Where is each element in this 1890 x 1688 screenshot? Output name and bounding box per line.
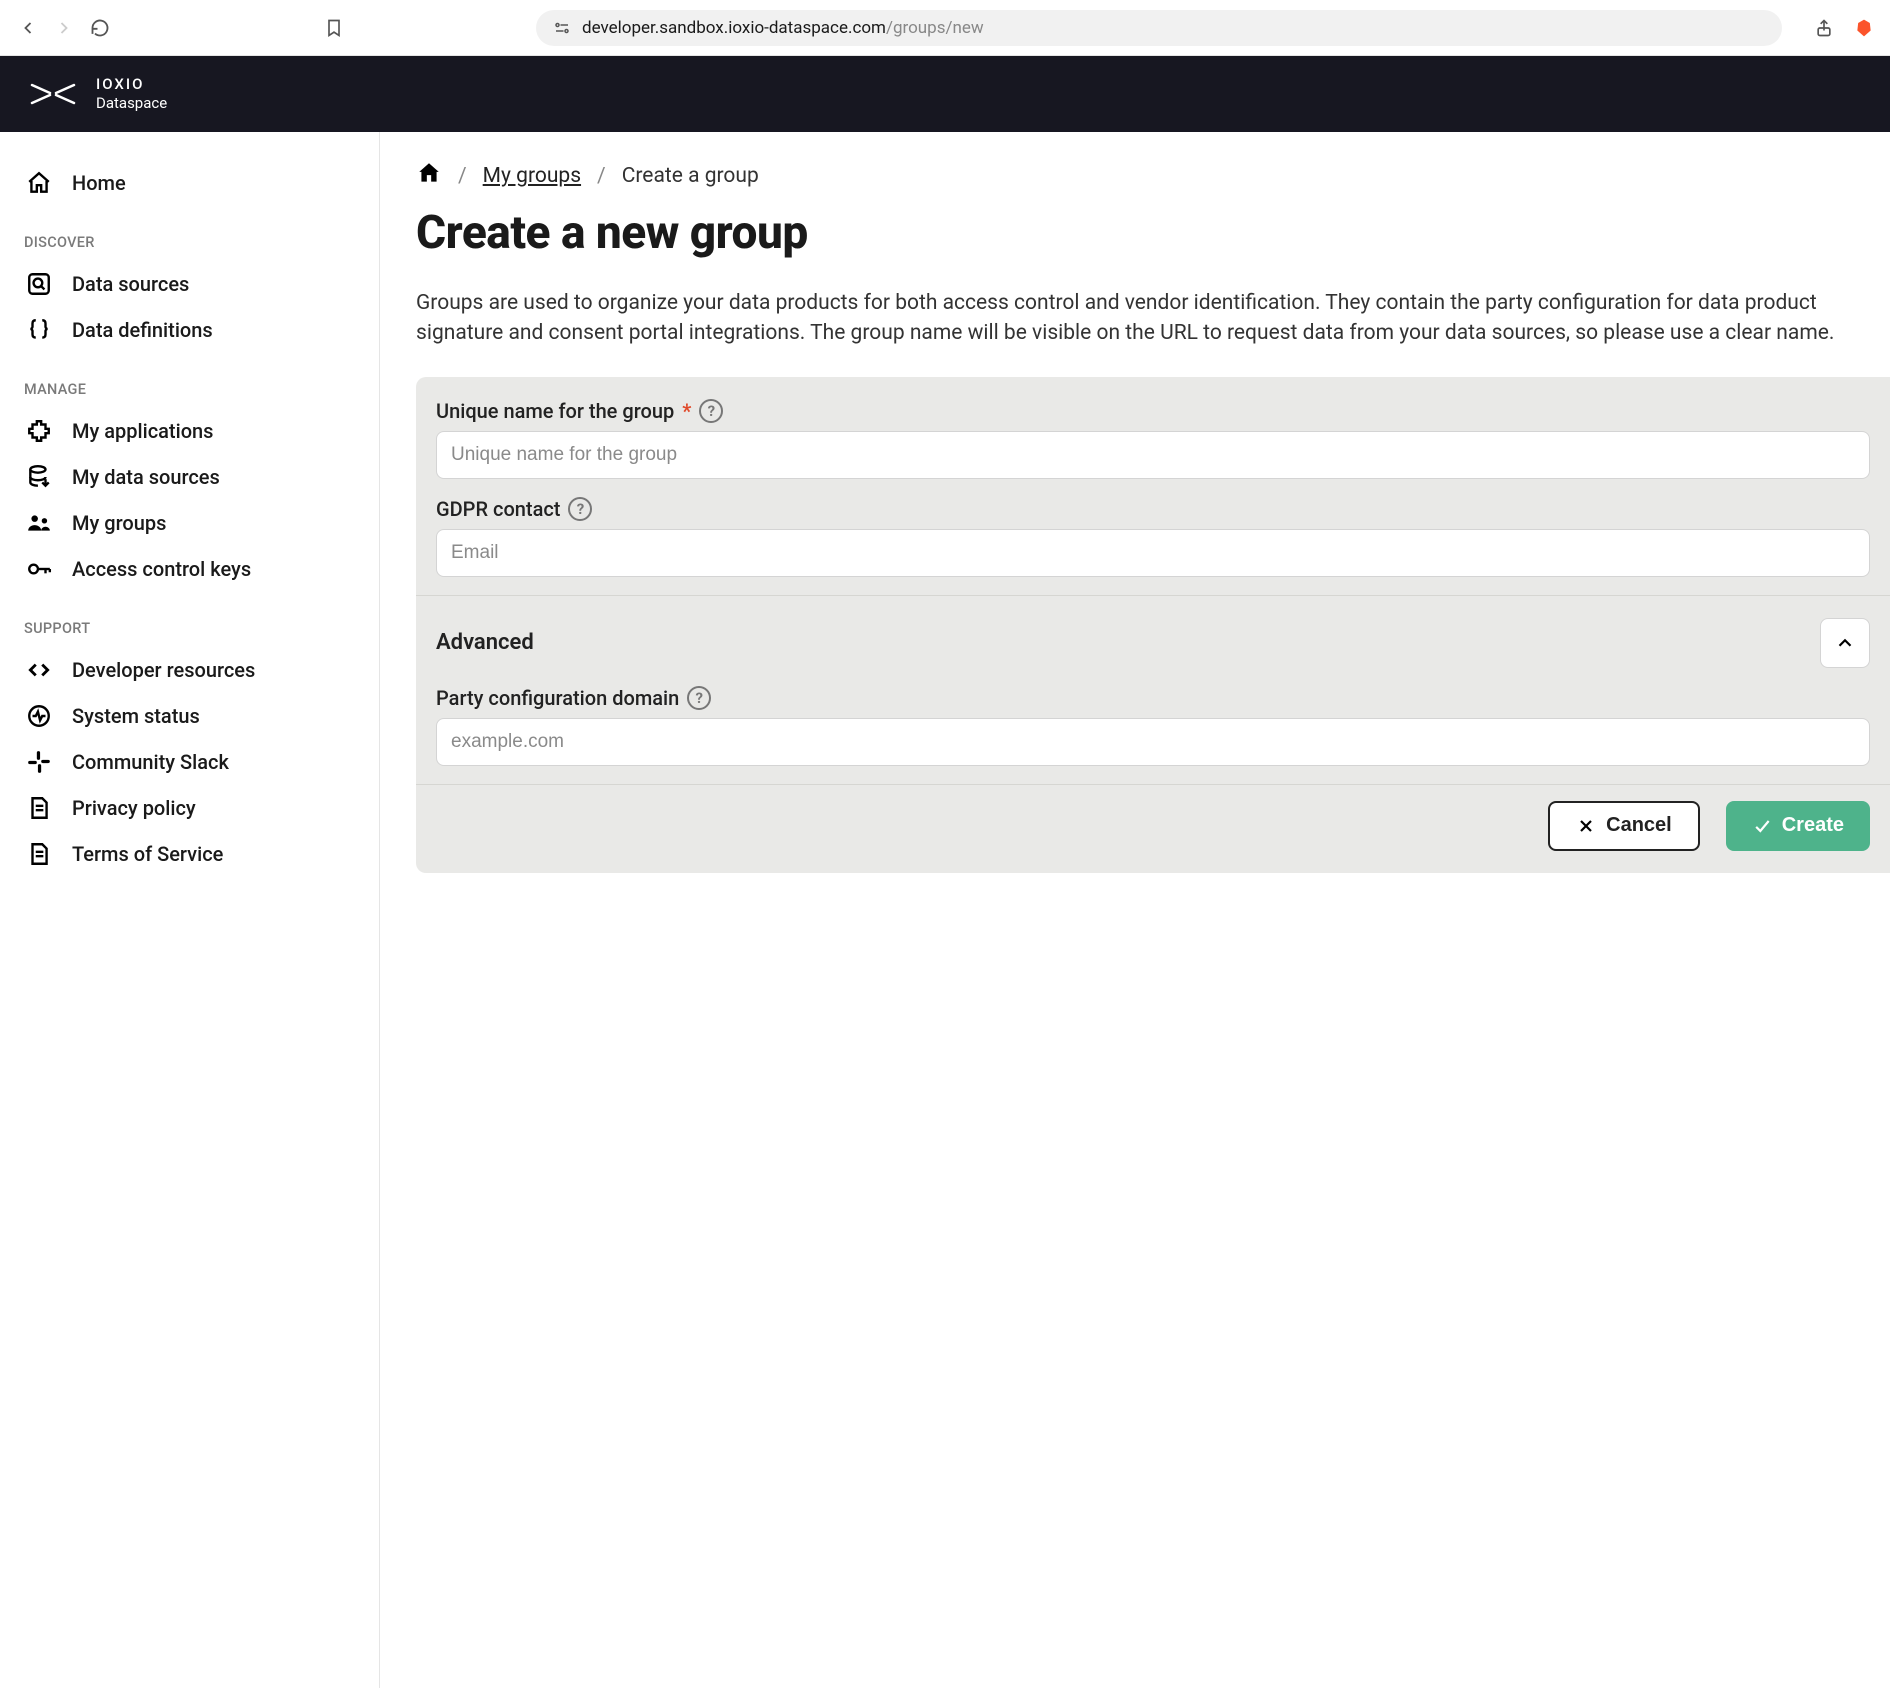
groups-icon — [24, 510, 54, 536]
form-card: Unique name for the group * ? GDPR conta… — [416, 377, 1890, 873]
braces-icon — [24, 317, 54, 343]
sidebar-item-privacy-policy[interactable]: Privacy policy — [24, 785, 379, 831]
extension-icon — [24, 418, 54, 444]
url-domain: developer.sandbox.ioxio-dataspace.com — [582, 18, 886, 38]
home-icon[interactable] — [416, 160, 442, 192]
sidebar-item-label: Data definitions — [72, 318, 213, 342]
gdpr-label: GDPR contact — [436, 497, 560, 521]
browser-chrome: developer.sandbox.ioxio-dataspace.com/gr… — [0, 0, 1890, 56]
sidebar-item-system-status[interactable]: System status — [24, 693, 379, 739]
site-settings-icon[interactable] — [552, 18, 572, 38]
sidebar-section-manage: MANAGE — [24, 381, 379, 398]
database-icon — [24, 464, 54, 490]
bookmark-icon[interactable] — [324, 18, 344, 38]
sidebar-item-data-definitions[interactable]: Data definitions — [24, 307, 379, 353]
breadcrumb-current: Create a group — [622, 164, 759, 188]
back-button[interactable] — [16, 16, 40, 40]
main-content: / My groups / Create a group Create a ne… — [380, 132, 1890, 1688]
home-icon — [24, 170, 54, 196]
sidebar-item-label: Access control keys — [72, 557, 251, 581]
sidebar-item-community-slack[interactable]: Community Slack — [24, 739, 379, 785]
help-icon[interactable]: ? — [568, 497, 592, 521]
sidebar-section-support: SUPPORT — [24, 620, 379, 637]
sidebar-item-label: Home — [72, 171, 126, 195]
reload-button[interactable] — [88, 16, 112, 40]
logo-icon — [28, 76, 78, 112]
slack-icon — [24, 749, 54, 775]
document-icon — [24, 795, 54, 821]
page-title: Create a new group — [380, 206, 1890, 260]
key-icon — [24, 556, 54, 582]
logo-text: IOXIO Dataspace — [96, 75, 167, 113]
sidebar-item-my-data-sources[interactable]: My data sources — [24, 454, 379, 500]
sidebar-item-label: Developer resources — [72, 658, 255, 682]
brave-icon[interactable] — [1854, 18, 1874, 38]
activity-icon — [24, 703, 54, 729]
url-path: /groups/new — [886, 18, 984, 38]
sidebar-section-discover: DISCOVER — [24, 234, 379, 251]
crumb-separator: / — [597, 164, 606, 188]
sidebar-item-label: My groups — [72, 511, 166, 535]
forward-button[interactable] — [52, 16, 76, 40]
group-name-input[interactable] — [436, 431, 1870, 479]
help-icon[interactable]: ? — [699, 399, 723, 423]
sidebar-item-home[interactable]: Home — [24, 160, 379, 206]
create-button-label: Create — [1782, 814, 1844, 837]
sidebar-item-terms[interactable]: Terms of Service — [24, 831, 379, 877]
create-button[interactable]: Create — [1726, 801, 1870, 851]
breadcrumb: / My groups / Create a group — [380, 160, 1890, 192]
search-icon — [24, 271, 54, 297]
sidebar-item-label: System status — [72, 704, 200, 728]
share-icon[interactable] — [1814, 18, 1834, 38]
cancel-button[interactable]: Cancel — [1548, 801, 1700, 851]
crumb-separator: / — [458, 164, 467, 188]
sidebar-item-data-sources[interactable]: Data sources — [24, 261, 379, 307]
sidebar-item-label: Community Slack — [72, 750, 229, 774]
gdpr-contact-input[interactable] — [436, 529, 1870, 577]
code-icon — [24, 657, 54, 683]
document-icon — [24, 841, 54, 867]
sidebar-item-label: My applications — [72, 419, 213, 443]
name-label: Unique name for the group — [436, 399, 674, 423]
page-description: Groups are used to organize your data pr… — [380, 288, 1890, 349]
advanced-title: Advanced — [436, 630, 534, 655]
cancel-button-label: Cancel — [1606, 814, 1672, 837]
sidebar-item-access-keys[interactable]: Access control keys — [24, 546, 379, 592]
sidebar-item-label: My data sources — [72, 465, 220, 489]
sidebar-item-label: Data sources — [72, 272, 189, 296]
sidebar-item-label: Privacy policy — [72, 796, 196, 820]
party-domain-label: Party configuration domain — [436, 686, 679, 710]
url-bar[interactable]: developer.sandbox.ioxio-dataspace.com/gr… — [536, 10, 1782, 46]
help-icon[interactable]: ? — [687, 686, 711, 710]
sidebar-item-dev-resources[interactable]: Developer resources — [24, 647, 379, 693]
advanced-toggle-button[interactable] — [1820, 618, 1870, 668]
party-domain-input[interactable] — [436, 718, 1870, 766]
sidebar: Home DISCOVER Data sources Data definiti… — [0, 132, 380, 1688]
required-indicator: * — [682, 399, 691, 423]
sidebar-item-label: Terms of Service — [72, 842, 223, 866]
app-header: IOXIO Dataspace — [0, 56, 1890, 132]
sidebar-item-my-applications[interactable]: My applications — [24, 408, 379, 454]
breadcrumb-my-groups[interactable]: My groups — [483, 164, 581, 188]
sidebar-item-my-groups[interactable]: My groups — [24, 500, 379, 546]
